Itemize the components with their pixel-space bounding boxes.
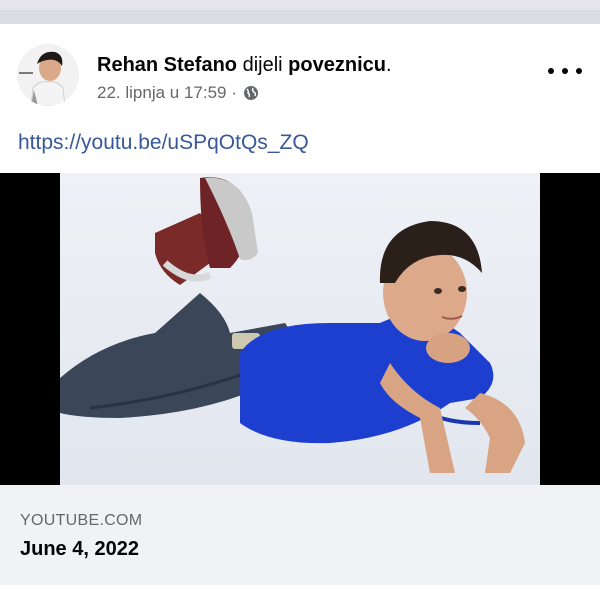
link-title: June 4, 2022 xyxy=(20,538,139,560)
action-object: poveznicu xyxy=(288,54,386,76)
action-verb: dijeli xyxy=(237,54,289,76)
post-timestamp[interactable]: 22. lipnja u 17:59 · xyxy=(97,83,237,103)
more-horizontal-icon-dot xyxy=(576,68,582,74)
more-options-button[interactable] xyxy=(548,61,582,81)
author-name[interactable]: Rehan Stefano xyxy=(97,54,237,76)
author-avatar[interactable] xyxy=(17,44,79,106)
link-domain: YOUTUBE.COM xyxy=(20,512,143,529)
link-preview-footer[interactable]: YOUTUBE.COM June 4, 2022 xyxy=(0,485,600,585)
more-horizontal-icon-dot xyxy=(562,68,568,74)
post-card: Rehan Stefano dijeli poveznicu. 22. lipn… xyxy=(0,24,600,601)
post-meta: 22. lipnja u 17:59 · xyxy=(97,83,259,103)
more-horizontal-icon-dot xyxy=(548,68,554,74)
video-preview[interactable] xyxy=(0,173,600,485)
post-header-text: Rehan Stefano dijeli poveznicu. xyxy=(97,54,392,77)
avatar-image xyxy=(17,44,79,106)
post-link[interactable]: https://youtu.be/uSPqOtQs_ZQ xyxy=(18,131,309,155)
feed-separator xyxy=(0,0,600,24)
card-bottom xyxy=(0,585,600,601)
action-end: . xyxy=(385,54,392,76)
globe-icon[interactable] xyxy=(243,85,259,101)
video-thumbnail xyxy=(60,173,540,485)
